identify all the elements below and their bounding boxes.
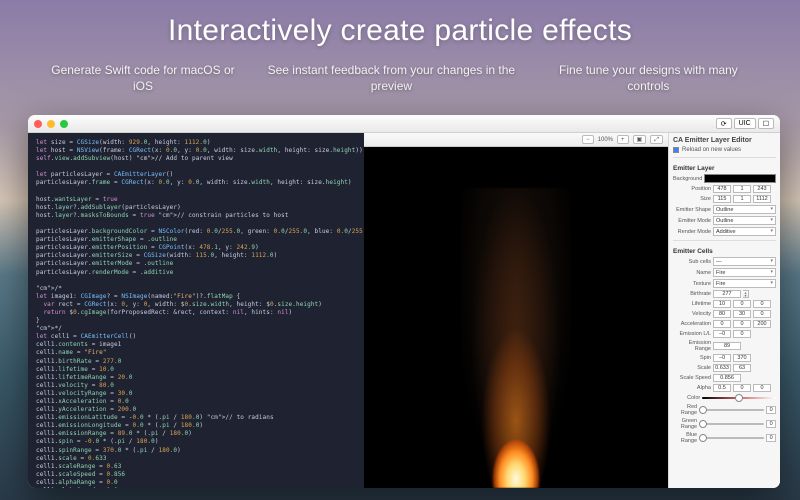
sub-headlines: Generate Swift code for macOS or iOS See… [0, 62, 800, 94]
size-w[interactable]: 115 [713, 195, 731, 203]
red-range-slider[interactable] [699, 406, 764, 414]
emission-range-field[interactable]: 89 [713, 342, 741, 350]
subcells-select[interactable]: — [713, 257, 776, 266]
background-label: Background [673, 176, 702, 182]
preview-fullscreen-button[interactable]: ⤢ [650, 135, 663, 144]
scale-b[interactable]: 63 [733, 364, 751, 372]
name-label: Name [673, 270, 711, 276]
position-label: Position [673, 186, 711, 192]
emitter-shape-label: Emitter Shape [673, 207, 711, 213]
titlebar-segment: ⟳ UIC ☐ [716, 118, 774, 129]
velocity-c[interactable]: 0 [753, 310, 771, 318]
spin-label: Spin [673, 355, 711, 361]
titlebar-uic-button[interactable]: UIC [734, 118, 756, 129]
accel-a[interactable]: 0 [713, 320, 731, 328]
texture-label: Texture [673, 281, 711, 287]
green-range-field[interactable]: 0 [766, 420, 776, 428]
spin-a[interactable]: −0 [713, 354, 731, 362]
window-content: let size = CGSize(width: 929.0, height: … [28, 133, 780, 488]
reload-label: Reload on new values [682, 147, 741, 153]
green-range-slider[interactable] [699, 420, 764, 428]
sub-3: Fine tune your designs with many control… [537, 62, 760, 94]
emitter-shape-select[interactable]: Outline [713, 205, 776, 214]
emission-a[interactable]: −0 [713, 330, 731, 338]
emitter-mode-label: Emitter Mode [673, 218, 711, 224]
name-field[interactable]: Fire [713, 268, 776, 277]
sub-2: See instant feedback from your changes i… [246, 62, 537, 94]
texture-select[interactable]: Fire [713, 279, 776, 288]
green-range-label: Green Range [673, 418, 697, 430]
zoom-icon[interactable] [60, 120, 68, 128]
preview-toolbar: − 100% + ▣ ⤢ [364, 133, 668, 147]
code-editor[interactable]: let size = CGSize(width: 929.0, height: … [28, 133, 364, 488]
checkbox-icon [673, 147, 679, 153]
stepper-icon[interactable]: ▴▾ [743, 290, 749, 298]
acceleration-label: Acceleration [673, 321, 711, 327]
scale-speed-field[interactable]: 0.856 [713, 374, 741, 382]
birthrate-field[interactable]: 277 [713, 290, 741, 298]
close-icon[interactable] [34, 120, 42, 128]
accel-b[interactable]: 0 [733, 320, 751, 328]
emitter-mode-select[interactable]: Outline [713, 216, 776, 225]
velocity-b[interactable]: 30 [733, 310, 751, 318]
sub-1: Generate Swift code for macOS or iOS [40, 62, 246, 94]
preview-mode-button[interactable]: ▣ [633, 135, 647, 144]
headline: Interactively create particle effects [0, 14, 800, 48]
blue-range-slider[interactable] [699, 434, 764, 442]
alpha-a[interactable]: 0.5 [713, 384, 731, 392]
spin-b[interactable]: 370 [733, 354, 751, 362]
render-mode-select[interactable]: Additive [713, 227, 776, 236]
inspector-title: CA Emitter Layer Editor [673, 137, 776, 144]
color-slider[interactable] [702, 394, 776, 402]
blue-range-field[interactable]: 0 [766, 434, 776, 442]
blue-range-label: Blue Range [673, 432, 697, 444]
titlebar-reload-button[interactable]: ⟳ [716, 118, 732, 129]
lifetime-b[interactable]: 0 [733, 300, 751, 308]
red-range-label: Red Range [673, 404, 697, 416]
emission-label: Emission L/L [673, 331, 711, 337]
subcells-label: Sub cells [673, 259, 711, 265]
titlebar-panel-button[interactable]: ☐ [758, 118, 774, 129]
particle-flame [461, 188, 571, 488]
zoom-in-button[interactable]: + [617, 135, 629, 144]
size-label: Size [673, 196, 711, 202]
size-d[interactable]: 1112 [753, 195, 771, 203]
alpha-b[interactable]: 0 [733, 384, 751, 392]
velocity-label: Velocity [673, 311, 711, 317]
minimize-icon[interactable] [47, 120, 55, 128]
render-mode-label: Render Mode [673, 229, 711, 235]
preview-pane: − 100% + ▣ ⤢ [364, 133, 668, 488]
scale-label: Scale [673, 365, 711, 371]
lifetime-label: Lifetime [673, 301, 711, 307]
scale-a[interactable]: 0.633 [713, 364, 731, 372]
app-window: ⟳ UIC ☐ let size = CGSize(width: 929.0, … [28, 115, 780, 488]
position-yl[interactable]: 1 [733, 185, 751, 193]
inspector-panel: CA Emitter Layer Editor Reload on new va… [668, 133, 780, 488]
zoom-level: 100% [598, 137, 613, 143]
size-h[interactable]: 1 [733, 195, 751, 203]
background-swatch[interactable] [704, 174, 776, 183]
red-range-field[interactable]: 0 [766, 406, 776, 414]
position-x[interactable]: 478 [713, 185, 731, 193]
emission-b[interactable]: 0 [733, 330, 751, 338]
velocity-a[interactable]: 80 [713, 310, 731, 318]
alpha-label: Alpha [673, 385, 711, 391]
reload-checkbox[interactable]: Reload on new values [673, 147, 776, 153]
scale-speed-label: Scale Speed [673, 375, 711, 381]
birthrate-label: Birthrate [673, 291, 711, 297]
color-label: Color [673, 395, 700, 401]
zoom-out-button[interactable]: − [582, 135, 594, 144]
lifetime-c[interactable]: 0 [753, 300, 771, 308]
emission-range-label: Emission Range [673, 340, 711, 352]
position-y[interactable]: 243 [753, 185, 771, 193]
lifetime-a[interactable]: 10 [713, 300, 731, 308]
alpha-c[interactable]: 0 [753, 384, 771, 392]
window-titlebar: ⟳ UIC ☐ [28, 115, 780, 133]
accel-c[interactable]: 200 [753, 320, 771, 328]
emitter-cells-section: Emitter Cells [673, 248, 776, 255]
emitter-layer-section: Emitter Layer [673, 165, 776, 172]
